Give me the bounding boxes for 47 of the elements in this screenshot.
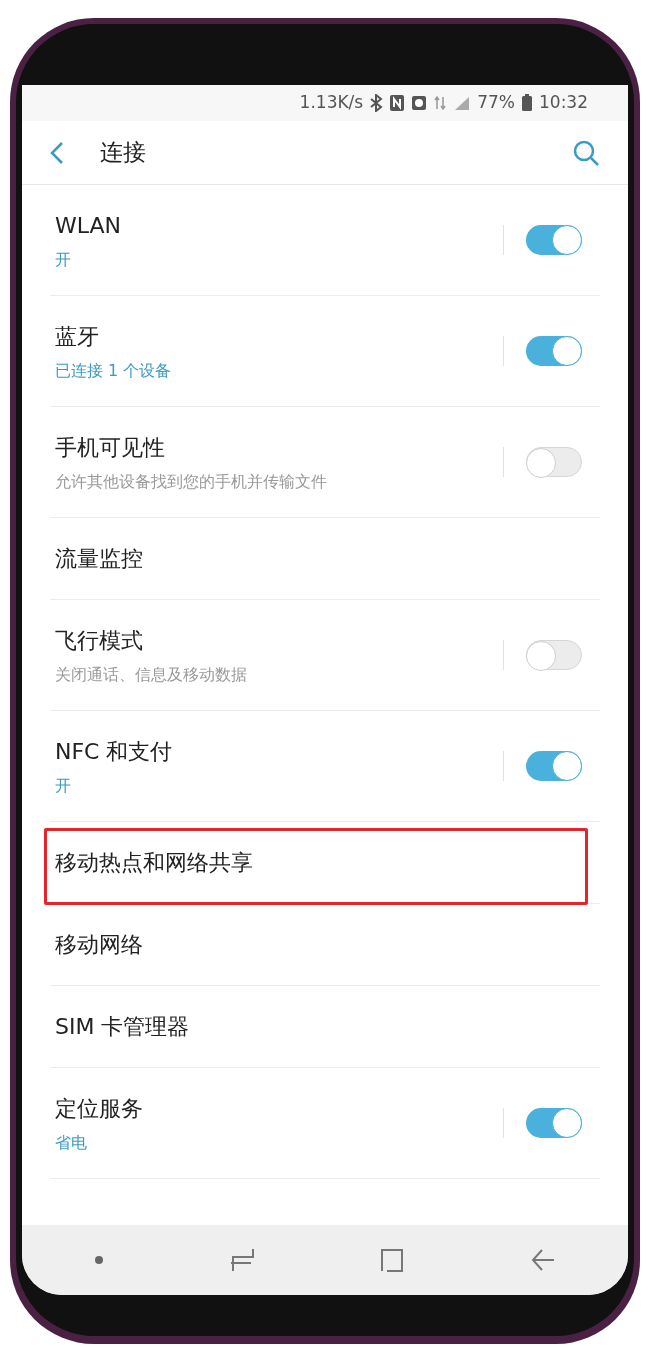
setting-subtitle: 已连接 1 个设备 — [55, 359, 172, 382]
setting-subtitle: 开 — [55, 774, 72, 797]
nfc-icon — [389, 94, 406, 112]
toggle-switch[interactable] — [526, 751, 582, 781]
settings-row[interactable]: 飞行模式 关闭通话、信息及移动数据 — [50, 600, 600, 711]
setting-subtitle: 允许其他设备找到您的手机并传输文件 — [55, 470, 327, 493]
settings-row[interactable]: 蓝牙 已连接 1 个设备 — [50, 296, 600, 407]
toggle-switch[interactable] — [526, 640, 582, 670]
settings-row[interactable]: WLAN 开 — [50, 185, 600, 296]
settings-row[interactable]: 移动热点和网络共享 — [50, 822, 600, 904]
dot-icon[interactable] — [94, 1255, 105, 1265]
setting-title: 流量监控 — [55, 545, 143, 573]
recents-icon[interactable] — [228, 1247, 255, 1273]
settings-row[interactable]: 移动网络 — [50, 904, 600, 986]
toggle-switch[interactable] — [526, 336, 582, 366]
setting-title: 定位服务 — [55, 1094, 143, 1123]
data-icon — [433, 94, 448, 112]
setting-title: 蓝牙 — [55, 322, 100, 351]
setting-title: 飞行模式 — [55, 626, 144, 655]
page-title: 连接 — [100, 138, 146, 168]
alarm-icon — [411, 94, 428, 112]
network-speed: 1.13K/s — [299, 91, 364, 115]
settings-row[interactable]: 流量监控 — [50, 518, 600, 600]
setting-subtitle: 关闭通话、信息及移动数据 — [55, 663, 247, 686]
setting-subtitle: 开 — [55, 248, 72, 271]
setting-title: NFC 和支付 — [55, 737, 173, 766]
setting-title: WLAN — [55, 211, 122, 240]
toggle-switch[interactable] — [526, 1108, 582, 1138]
setting-title: 移动热点和网络共享 — [55, 849, 253, 877]
clock: 10:32 — [539, 91, 588, 115]
toggle-switch[interactable] — [526, 225, 582, 255]
battery-icon — [521, 94, 533, 112]
settings-row[interactable]: SIM 卡管理器 — [50, 986, 600, 1068]
bluetooth-icon — [369, 94, 384, 112]
setting-title: SIM 卡管理器 — [55, 1013, 190, 1041]
battery-level: 77% — [477, 91, 515, 115]
search-icon[interactable] — [572, 138, 600, 167]
home-icon[interactable] — [379, 1247, 406, 1273]
signal-icon — [453, 94, 472, 112]
settings-row[interactable]: 手机可见性 允许其他设备找到您的手机并传输文件 — [50, 407, 600, 518]
back-arrow-icon[interactable] — [529, 1247, 556, 1273]
toggle-switch[interactable] — [526, 447, 582, 477]
setting-title: 手机可见性 — [55, 433, 166, 462]
setting-subtitle: 省电 — [55, 1131, 88, 1154]
settings-row[interactable]: NFC 和支付 开 — [50, 711, 600, 822]
back-chevron-icon — [50, 140, 64, 165]
setting-title: 移动网络 — [55, 931, 143, 959]
